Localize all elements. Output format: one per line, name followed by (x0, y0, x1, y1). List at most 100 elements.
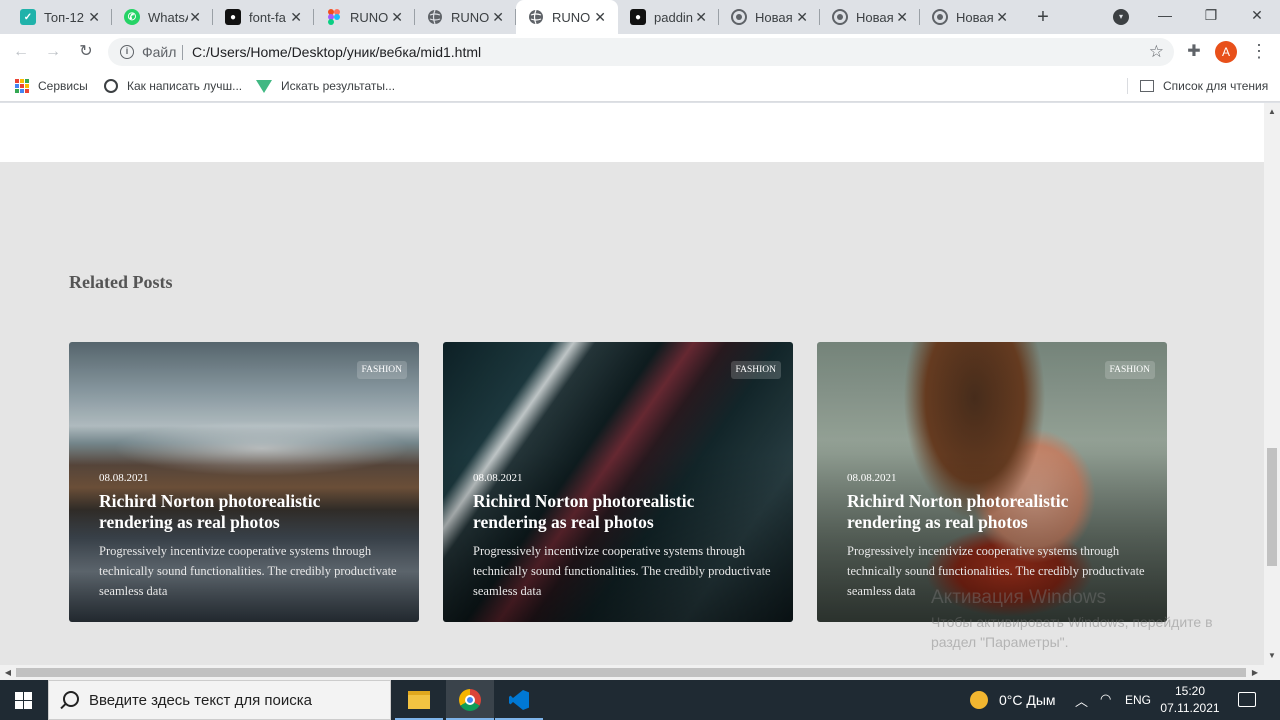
extensions-icon[interactable]: ✚ (1184, 41, 1204, 61)
page-viewport: Related Posts FASHION 08.08.2021 Richird… (0, 103, 1264, 665)
start-button[interactable] (0, 680, 48, 720)
tab-title: font-fa (249, 9, 286, 25)
new-tab-button[interactable]: + (1032, 6, 1054, 28)
info-icon[interactable]: i (120, 45, 134, 59)
scroll-down-arrow-icon[interactable]: ▼ (1264, 649, 1280, 663)
post-card-2[interactable]: FASHION 08.08.2021 Richird Norton photor… (443, 342, 793, 622)
notification-icon[interactable] (1238, 692, 1256, 707)
bookmark-label: Искать результаты... (281, 79, 396, 93)
bookmark-search-results[interactable]: Искать результаты... (256, 76, 395, 96)
windows-activation-title: Активация Windows (931, 587, 1107, 608)
post-excerpt: Progressively incentivize cooperative sy… (99, 544, 397, 598)
tab-3[interactable]: ● font-fa ✕ (213, 0, 314, 34)
github-icon: ● (225, 9, 241, 25)
close-icon[interactable]: ✕ (695, 9, 707, 25)
tab-4[interactable]: RUNO ✕ (314, 0, 415, 34)
tab-9[interactable]: Новая ✕ (820, 0, 920, 34)
weather-sun-icon[interactable] (970, 691, 988, 709)
tab-strip: ✓ Топ-12 ✕ ✆ WhatsApp ✕ ● font-fa ✕ RUNO… (0, 0, 1280, 34)
tab-10[interactable]: Новая ✕ (920, 0, 1020, 34)
category-badge[interactable]: FASHION (356, 361, 407, 379)
tab-title: Новая (755, 9, 793, 25)
reading-list-label: Список для чтения (1163, 79, 1269, 93)
post-card-3[interactable]: FASHION 08.08.2021 Richird Norton photor… (817, 342, 1167, 622)
close-icon[interactable]: ✕ (391, 9, 403, 25)
profile-avatar[interactable]: A (1215, 41, 1237, 63)
tab-search-icon[interactable]: ▾ (1113, 9, 1129, 25)
address-bar[interactable]: i Файл C:/Users/Home/Desktop/уник/вебка/… (108, 38, 1174, 66)
search-icon (63, 691, 79, 707)
chrome-icon (932, 9, 948, 25)
close-icon[interactable]: ✕ (290, 9, 302, 25)
teal-check-icon: ✓ (20, 9, 36, 25)
related-posts-heading: Related Posts (69, 272, 173, 292)
clock-date: 07.11.2021 (1160, 701, 1220, 715)
post-title[interactable]: Richird Norton photorealistic rendering … (473, 491, 753, 533)
category-badge[interactable]: FASHION (1104, 361, 1155, 379)
post-title[interactable]: Richird Norton photorealistic rendering … (847, 491, 1127, 533)
close-icon[interactable]: ✕ (796, 9, 808, 25)
vertical-scroll-thumb[interactable] (1267, 448, 1277, 566)
url-text[interactable]: C:/Users/Home/Desktop/уник/вебка/mid1.ht… (192, 44, 481, 60)
chrome-icon (731, 9, 747, 25)
horizontal-scrollbar[interactable]: ◀ ▶ (0, 665, 1280, 680)
horizontal-scroll-thumb[interactable] (16, 668, 1246, 677)
header-section-bottom (0, 103, 1264, 162)
bookmark-how-to-write[interactable]: Как написать лучш... (104, 76, 242, 96)
close-icon[interactable]: ✕ (594, 9, 606, 25)
reading-list-icon (1140, 80, 1154, 92)
scroll-right-arrow-icon[interactable]: ▶ (1248, 665, 1262, 680)
chevron-up-icon[interactable]: ︿ (1075, 691, 1088, 710)
tab-title: WhatsApp (148, 9, 188, 25)
tab-6-active[interactable]: RUNO ✕ (516, 0, 618, 34)
vertical-scrollbar[interactable]: ▲ ▼ (1264, 103, 1280, 665)
tab-title: RUNO (552, 9, 591, 25)
close-icon[interactable]: ✕ (896, 9, 908, 25)
clock[interactable]: 15:20 07.11.2021 (1150, 683, 1230, 717)
vscode-icon (509, 690, 529, 710)
tab-2[interactable]: ✆ WhatsApp ✕ (112, 0, 213, 34)
scroll-up-arrow-icon[interactable]: ▲ (1264, 105, 1280, 119)
post-date: 08.08.2021 (99, 472, 149, 484)
vue-icon (256, 79, 272, 93)
tab-7[interactable]: ● paddin ✕ (618, 0, 719, 34)
taskbar-search[interactable]: Введите здесь текст для поиска (48, 680, 391, 720)
globe-icon (528, 9, 544, 25)
tab-8[interactable]: Новая ✕ (719, 0, 820, 34)
windows-activation-text: Чтобы активировать Windows, перейдите в … (931, 614, 1213, 650)
weather-text[interactable]: 0°C Дым (999, 692, 1056, 708)
tab-1[interactable]: ✓ Топ-12 ✕ (8, 0, 112, 34)
close-icon[interactable]: ✕ (492, 9, 504, 25)
reading-list-button[interactable]: Список для чтения (1140, 76, 1268, 96)
taskbar-file-explorer[interactable] (395, 680, 443, 720)
scroll-left-arrow-icon[interactable]: ◀ (1, 665, 15, 680)
tab-5[interactable]: RUNO ✕ (415, 0, 516, 34)
kebab-menu-icon[interactable]: ⋮ (1250, 40, 1268, 64)
post-excerpt: Progressively incentivize cooperative sy… (473, 544, 771, 598)
category-badge[interactable]: FASHION (730, 361, 781, 379)
minimize-button[interactable]: — (1142, 0, 1188, 32)
bookmarks-bar: Сервисы Как написать лучш... Искать резу… (0, 70, 1280, 102)
taskbar-chrome[interactable] (446, 680, 494, 720)
windows-taskbar: Введите здесь текст для поиска 0°C Дым ︿… (0, 680, 1280, 720)
back-arrow-icon[interactable]: ← (10, 41, 32, 63)
bookmark-apps[interactable]: Сервисы (15, 76, 88, 96)
taskbar-vscode[interactable] (495, 680, 543, 720)
post-title[interactable]: Richird Norton photorealistic rendering … (99, 491, 379, 533)
post-card-1[interactable]: FASHION 08.08.2021 Richird Norton photor… (69, 342, 419, 622)
restore-button[interactable]: ❐ (1188, 0, 1234, 32)
close-icon[interactable]: ✕ (88, 9, 100, 25)
forward-arrow-icon[interactable]: → (42, 41, 64, 63)
language-indicator[interactable]: ENG (1125, 693, 1151, 707)
bookmark-star-icon[interactable]: ☆ (1149, 42, 1164, 62)
close-window-button[interactable]: ✕ (1234, 0, 1280, 32)
chrome-icon (832, 9, 848, 25)
bookmark-label: Сервисы (38, 79, 88, 93)
whatsapp-icon: ✆ (124, 9, 140, 25)
omnibox-separator (182, 45, 183, 60)
reload-icon[interactable]: ↻ (75, 41, 97, 63)
tab-title: RUNO (451, 9, 490, 25)
close-icon[interactable]: ✕ (996, 9, 1008, 25)
wifi-icon[interactable]: ◠ (1100, 691, 1111, 707)
close-icon[interactable]: ✕ (189, 9, 201, 25)
